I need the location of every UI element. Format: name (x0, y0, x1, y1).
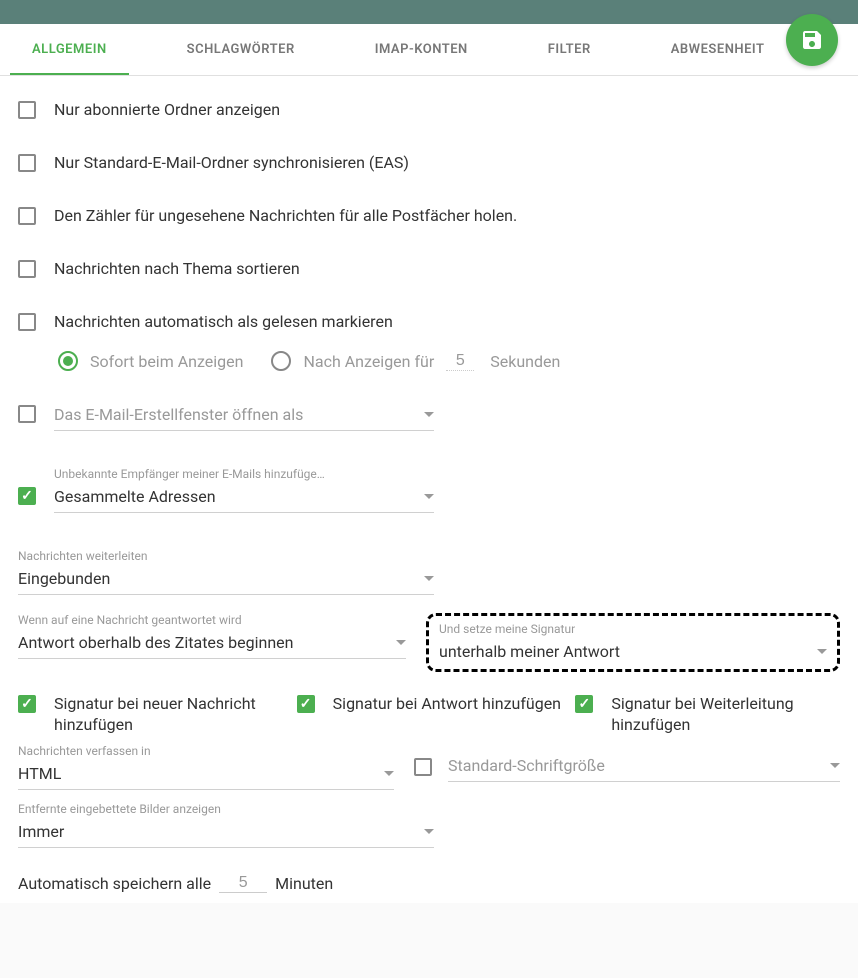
select-forward-value: Eingebunden (18, 569, 110, 588)
label-unseen-counter: Den Zähler für ungesehene Nachrichten fü… (54, 206, 517, 225)
content: Nur abonnierte Ordner anzeigen Nur Stand… (0, 76, 858, 903)
autosave-suffix: Minuten (275, 874, 333, 893)
checkbox-sort-thread[interactable] (18, 260, 36, 278)
chevron-down-icon (424, 576, 434, 581)
tab-general[interactable]: ALLGEMEIN (10, 24, 129, 75)
checkbox-standard-sync[interactable] (18, 154, 36, 172)
label-auto-read: Nachrichten automatisch als gelesen mark… (54, 312, 393, 331)
chevron-down-icon (424, 412, 434, 417)
tab-filter[interactable]: FILTER (526, 24, 613, 75)
select-signature-place[interactable]: unterhalb meiner Antwort (439, 638, 827, 661)
header-bar (0, 0, 858, 24)
chevron-down-icon (424, 494, 434, 499)
select-signature-place-value: unterhalb meiner Antwort (439, 642, 620, 661)
forward-label: Nachrichten weiterleiten (18, 549, 434, 563)
select-reply[interactable]: Antwort oberhalb des Zitates beginnen (18, 629, 406, 659)
label-sig-new: Signatur bei neuer Nachricht hinzufügen (54, 694, 283, 736)
radio-after-suffix: Sekunden (490, 352, 560, 371)
radio-immediate[interactable] (58, 351, 78, 371)
select-reply-value: Antwort oberhalb des Zitates beginnen (18, 633, 293, 652)
auto-read-radio-group: Sofort beim Anzeigen Nach Anzeigen für S… (18, 351, 840, 371)
checkbox-unseen-counter[interactable] (18, 207, 36, 225)
select-unknown-recipients-value: Gesammelte Adressen (54, 487, 216, 506)
select-remote-images[interactable]: Immer (18, 818, 434, 848)
checkbox-subscribed-only[interactable] (18, 101, 36, 119)
select-compose-window[interactable]: Das E-Mail-Erstellfenster öffnen als (54, 401, 434, 431)
signature-placement-highlight: Und setze meine Signatur unterhalb meine… (426, 613, 840, 672)
remote-images-label: Entfernte eingebettete Bilder anzeigen (18, 802, 434, 816)
select-font-size[interactable]: Standard-Schriftgröße (448, 752, 840, 782)
tab-tags[interactable]: SCHLAGWÖRTER (165, 24, 317, 75)
checkbox-font-size[interactable] (414, 758, 432, 776)
tabs: ALLGEMEIN SCHLAGWÖRTER IMAP-KONTEN FILTE… (0, 24, 858, 76)
label-sig-forward: Signatur bei Weiterleitung hinzufügen (611, 694, 840, 736)
select-compose-format[interactable]: HTML (18, 760, 394, 790)
checkbox-auto-read[interactable] (18, 313, 36, 331)
delay-seconds-input[interactable] (446, 352, 474, 371)
tab-imap[interactable]: IMAP-KONTEN (353, 24, 490, 75)
select-remote-images-value: Immer (18, 822, 64, 841)
label-subscribed-only: Nur abonnierte Ordner anzeigen (54, 100, 280, 119)
chevron-down-icon (817, 649, 827, 654)
select-forward[interactable]: Eingebunden (18, 565, 434, 595)
select-font-size-value: Standard-Schriftgröße (448, 756, 605, 775)
label-sig-reply: Signatur bei Antwort hinzufügen (333, 694, 561, 715)
chevron-down-icon (396, 640, 406, 645)
chevron-down-icon (830, 763, 840, 768)
label-standard-sync: Nur Standard-E-Mail-Ordner synchronisier… (54, 153, 409, 172)
checkbox-unknown-recipients[interactable] (18, 487, 36, 505)
autosave-input[interactable] (219, 874, 267, 893)
radio-after-prefix: Nach Anzeigen für (303, 352, 434, 371)
autosave-prefix: Automatisch speichern alle (18, 874, 211, 893)
tab-vacation[interactable]: ABWESENHEIT (649, 24, 787, 75)
label-sort-thread: Nachrichten nach Thema sortieren (54, 259, 300, 278)
checkbox-compose-window[interactable] (18, 405, 36, 423)
chevron-down-icon (384, 771, 394, 776)
autosave-row: Automatisch speichern alle Minuten (18, 874, 840, 893)
checkbox-sig-forward[interactable] (575, 695, 593, 713)
signature-place-label: Und setze meine Signatur (439, 622, 827, 636)
chevron-down-icon (424, 829, 434, 834)
save-icon (800, 28, 824, 52)
save-button[interactable] (786, 14, 838, 66)
radio-immediate-label: Sofort beim Anzeigen (90, 352, 243, 371)
radio-after-delay[interactable] (271, 351, 291, 371)
checkbox-sig-reply[interactable] (297, 695, 315, 713)
reply-label: Wenn auf eine Nachricht geantwortet wird (18, 613, 406, 627)
select-compose-format-value: HTML (18, 764, 61, 783)
select-compose-window-value: Das E-Mail-Erstellfenster öffnen als (54, 405, 303, 424)
checkbox-sig-new[interactable] (18, 695, 36, 713)
compose-format-label: Nachrichten verfassen in (18, 744, 394, 758)
select-unknown-recipients[interactable]: Gesammelte Adressen (54, 483, 434, 513)
unknown-recipients-label: Unbekannte Empfänger meiner E-Mails hinz… (54, 467, 434, 481)
